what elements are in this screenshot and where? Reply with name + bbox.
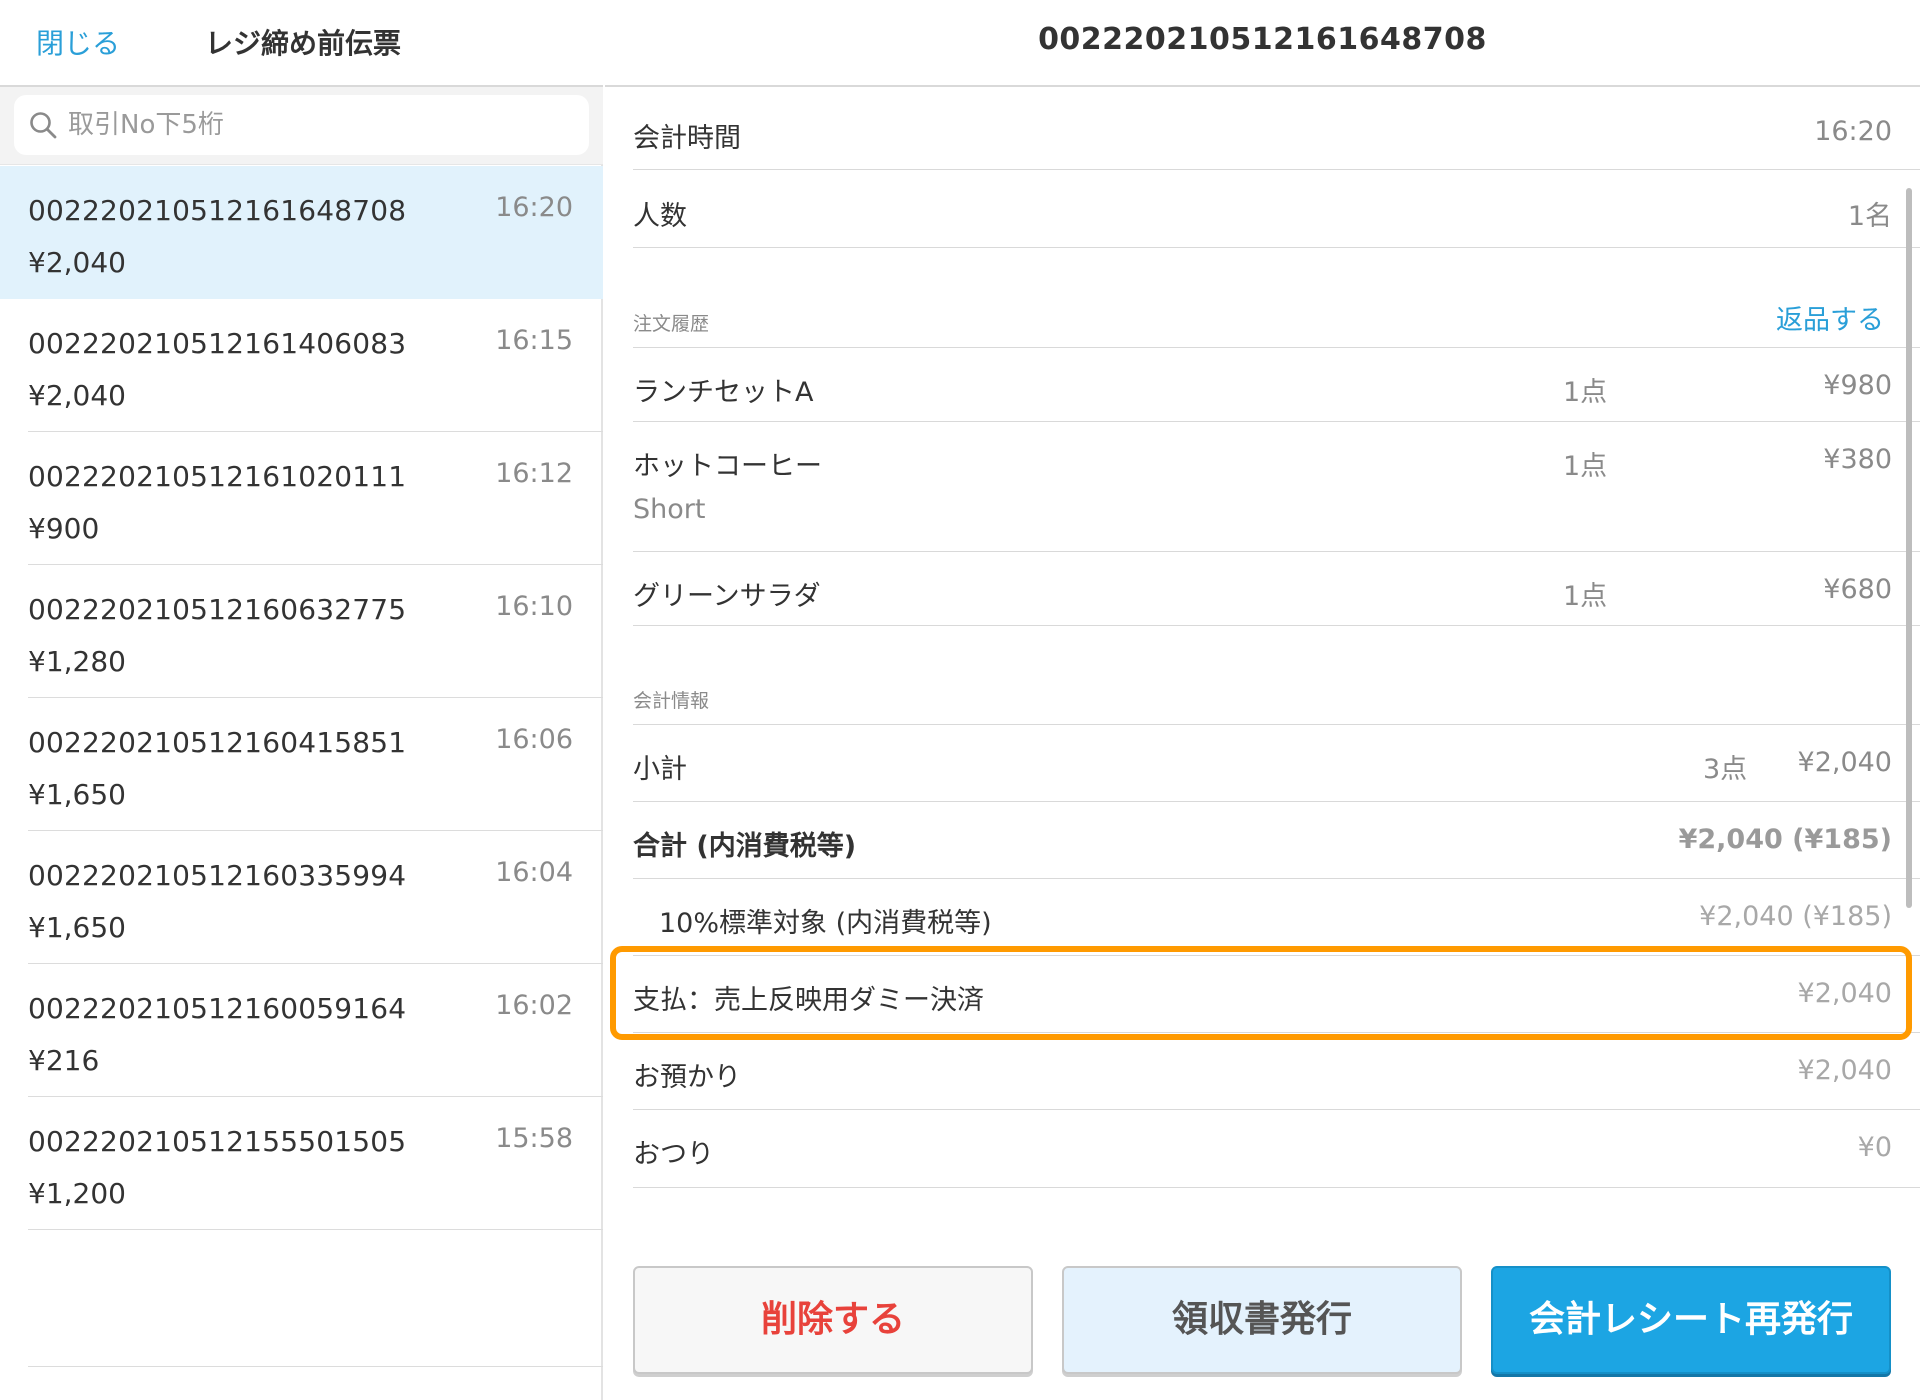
order-item-row[interactable]: グリーンサラダ 1点 ¥680 [633, 552, 1920, 626]
slip-list-item[interactable]: 002220210512160059164 16:02 ¥216 [0, 964, 603, 1097]
list-divider [28, 1366, 603, 1367]
checkout-time-row: 会計時間 16:20 [633, 88, 1920, 170]
delete-button[interactable]: 削除する [633, 1266, 1033, 1374]
tax10-row: 10%標準対象 (内消費税等) ¥2,040 (¥185) [633, 879, 1920, 956]
total-value: ¥2,040 (¥185) [1678, 824, 1892, 855]
slip-number: 002220210512160415851 [28, 726, 407, 759]
subtotal-qty: 3点 [1703, 754, 1748, 785]
order-item-name: ランチセットA [633, 377, 814, 408]
slip-amount: ¥900 [28, 512, 100, 545]
checkout-time-label: 会計時間 [633, 123, 741, 154]
order-history-section-label: 注文履歴 [633, 313, 710, 335]
left-pane-title: レジ締め前伝票 [205, 27, 402, 60]
slip-number: 002220210512160632775 [28, 593, 407, 626]
change-row: おつり ¥0 [633, 1110, 1920, 1188]
slip-list-pane: 閉じる レジ締め前伝票 002220210512161648708 16:20 ¥2… [0, 0, 603, 1400]
subtotal-row: 小計 3点 ¥2,040 [633, 725, 1920, 802]
payment-info-section-label: 会計情報 [633, 690, 710, 712]
slip-time: 16:04 [495, 857, 573, 888]
slip-list: 002220210512161648708 16:20 ¥2,040 00222021… [0, 166, 603, 1230]
slip-amount: ¥1,650 [28, 778, 126, 811]
slip-list-item[interactable]: 002220210512161648708 16:20 ¥2,040 [0, 166, 603, 299]
order-item-qty: 1点 [1563, 451, 1608, 482]
change-label: おつり [633, 1139, 714, 1170]
search-icon [30, 112, 57, 139]
search-box[interactable] [14, 95, 589, 155]
subtotal-label: 小計 [633, 754, 687, 785]
detail-header: 002220210512161648708 [605, 0, 1920, 87]
guests-label: 人数 [633, 201, 687, 232]
slip-number: 002220210512161020111 [28, 460, 407, 493]
slip-divider [28, 1229, 603, 1230]
slip-list-item[interactable]: 002220210512160415851 16:06 ¥1,650 [0, 698, 603, 831]
order-item-price: ¥380 [1823, 444, 1892, 475]
slip-time: 16:20 [495, 192, 573, 223]
order-item-name: グリーンサラダ [633, 581, 821, 612]
guests-value: 1名 [1847, 201, 1892, 232]
return-button[interactable]: 返品する [1776, 298, 1884, 337]
guests-row: 人数 1名 [633, 170, 1920, 248]
checkout-time-value: 16:20 [1814, 116, 1892, 147]
slip-amount: ¥1,280 [28, 645, 126, 678]
slip-list-item[interactable]: 002220210512160335994 16:04 ¥1,650 [0, 831, 603, 964]
subtotal-value: ¥2,040 [1797, 747, 1892, 778]
order-item-row[interactable]: ランチセットA 1点 ¥980 [633, 348, 1920, 422]
order-item-price: ¥680 [1823, 574, 1892, 605]
issue-receipt-button[interactable]: 領収書発行 [1062, 1266, 1462, 1374]
deposit-value: ¥2,040 [1797, 1055, 1892, 1086]
search-input[interactable] [68, 95, 578, 155]
slip-amount: ¥216 [28, 1044, 100, 1077]
slip-list-item[interactable]: 002220210512161020111 16:12 ¥900 [0, 432, 603, 565]
deposit-label: お預かり [633, 1062, 741, 1093]
slip-amount: ¥2,040 [28, 246, 126, 279]
slip-number: 002220210512161406083 [28, 327, 407, 360]
payment-method-row: 支払：売上反映用ダミー決済 ¥2,040 [633, 956, 1920, 1033]
close-button[interactable]: 閉じる [36, 22, 120, 62]
order-item-name: ホットコーヒー [633, 451, 822, 482]
slip-list-item[interactable]: 002220210512160632775 16:10 ¥1,280 [0, 565, 603, 698]
slip-amount: ¥1,650 [28, 911, 126, 944]
slip-time: 16:02 [495, 990, 573, 1021]
slip-amount: ¥2,040 [28, 379, 126, 412]
order-item-option: Short [633, 494, 706, 525]
detail-scrollbar[interactable] [1906, 188, 1912, 908]
total-row: 合計 (内消費税等) ¥2,040 (¥185) [633, 802, 1920, 879]
slip-time: 16:06 [495, 724, 573, 755]
payment-method-label: 支払：売上反映用ダミー決済 [633, 985, 984, 1016]
payment-method-value: ¥2,040 [1797, 978, 1892, 1009]
slip-number: 002220210512160335994 [28, 859, 407, 892]
slip-time: 16:10 [495, 591, 573, 622]
slip-number: 002220210512161648708 [28, 194, 407, 227]
order-item-qty: 1点 [1563, 377, 1608, 408]
total-label: 合計 (内消費税等) [633, 831, 857, 862]
deposit-row: お預かり ¥2,040 [633, 1033, 1920, 1110]
order-item-qty: 1点 [1563, 581, 1608, 612]
search-bar [0, 87, 603, 165]
slip-number: 002220210512160059164 [28, 992, 407, 1025]
slip-list-item[interactable]: 002220210512161406083 16:15 ¥2,040 [0, 299, 603, 432]
reissue-receipt-button[interactable]: 会計レシート再発行 [1491, 1266, 1891, 1374]
order-item-row[interactable]: ホットコーヒー Short 1点 ¥380 [633, 422, 1920, 552]
detail-title: 002220210512161648708 [1038, 22, 1487, 57]
slip-time: 16:12 [495, 458, 573, 489]
tax10-label: 10%標準対象 (内消費税等) [659, 908, 992, 939]
slip-number: 002220210512155501505 [28, 1125, 407, 1158]
slip-list-item[interactable]: 002220210512155501505 15:58 ¥1,200 [0, 1097, 603, 1230]
left-header: 閉じる レジ締め前伝票 [0, 0, 603, 87]
slip-time: 15:58 [495, 1123, 573, 1154]
change-value: ¥0 [1857, 1132, 1892, 1163]
slip-amount: ¥1,200 [28, 1177, 126, 1210]
order-item-price: ¥980 [1823, 370, 1892, 401]
slip-time: 16:15 [495, 325, 573, 356]
tax10-value: ¥2,040 (¥185) [1699, 901, 1892, 932]
